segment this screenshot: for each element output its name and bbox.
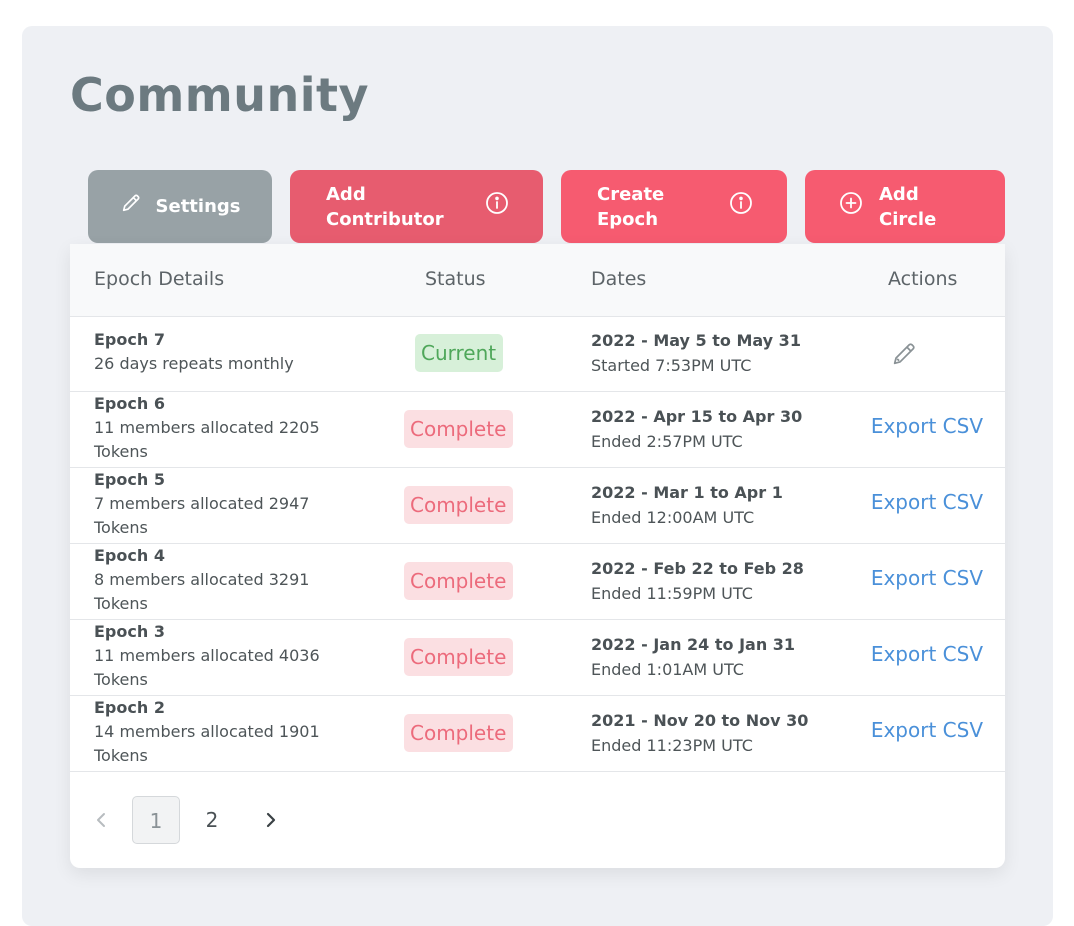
epoch-description: 7 members allocated 2947 Tokens <box>94 494 310 537</box>
date-range: 2021 - Nov 20 to Nov 30 <box>591 711 809 730</box>
dates-cell: 2022 - Jan 24 to Jan 31 Ended 1:01AM UTC <box>591 632 795 682</box>
add-circle-button[interactable]: Add Circle <box>805 170 1005 243</box>
date-range: 2022 - Apr 15 to Apr 30 <box>591 407 803 426</box>
table-header: Epoch Details Status Dates Actions <box>70 244 1005 317</box>
dates-cell: 2022 - Apr 15 to Apr 30 Ended 2:57PM UTC <box>591 404 802 454</box>
add-contributor-label: Add Contributor <box>326 183 444 230</box>
status-badge: Complete <box>404 638 513 676</box>
settings-button[interactable]: Settings <box>88 170 272 243</box>
date-range: 2022 - Mar 1 to Apr 1 <box>591 483 783 502</box>
table-row: Epoch 3 11 members allocated 4036 Tokens… <box>70 620 1005 696</box>
date-range: 2022 - Feb 22 to Feb 28 <box>591 559 804 578</box>
date-time: Ended 11:23PM UTC <box>591 736 753 755</box>
epoch-details-cell: Epoch 7 26 days repeats monthly <box>94 328 334 376</box>
date-time: Ended 11:59PM UTC <box>591 584 753 603</box>
export-csv-link[interactable]: Export CSV <box>871 718 983 742</box>
epoch-name: Epoch 6 <box>94 394 165 413</box>
date-time: Ended 2:57PM UTC <box>591 432 743 451</box>
table-row: Epoch 6 11 members allocated 2205 Tokens… <box>70 392 1005 468</box>
header-dates: Dates <box>591 268 647 290</box>
epoch-name: Epoch 2 <box>94 698 165 717</box>
epoch-description: 11 members allocated 4036 Tokens <box>94 646 320 689</box>
status-badge: Complete <box>404 714 513 752</box>
table-row: Epoch 5 7 members allocated 2947 Tokens … <box>70 468 1005 544</box>
dates-cell: 2022 - May 5 to May 31 Started 7:53PM UT… <box>591 328 801 378</box>
plus-circle-icon <box>839 191 863 222</box>
add-contributor-button[interactable]: Add Contributor <box>290 170 543 243</box>
epoch-details-cell: Epoch 4 8 members allocated 3291 Tokens <box>94 544 334 616</box>
table-row: Epoch 7 26 days repeats monthly Current … <box>70 316 1005 392</box>
dates-cell: 2022 - Mar 1 to Apr 1 Ended 12:00AM UTC <box>591 480 783 530</box>
epoch-name: Epoch 3 <box>94 622 165 641</box>
epoch-description: 14 members allocated 1901 Tokens <box>94 722 320 765</box>
epoch-name: Epoch 7 <box>94 330 165 349</box>
export-csv-link[interactable]: Export CSV <box>871 414 983 438</box>
epoch-name: Epoch 4 <box>94 546 165 565</box>
pencil-icon[interactable] <box>890 340 918 372</box>
create-epoch-label: Create Epoch <box>597 183 665 230</box>
export-csv-link[interactable]: Export CSV <box>871 490 983 514</box>
status-badge: Current <box>415 334 503 372</box>
epoch-description: 11 members allocated 2205 Tokens <box>94 418 320 461</box>
export-csv-link[interactable]: Export CSV <box>871 642 983 666</box>
dates-cell: 2022 - Feb 22 to Feb 28 Ended 11:59PM UT… <box>591 556 804 606</box>
date-range: 2022 - May 5 to May 31 <box>591 331 801 350</box>
pencil-icon <box>120 192 142 221</box>
info-icon[interactable] <box>485 191 509 222</box>
epoch-description: 26 days repeats monthly <box>94 354 294 373</box>
epoch-name: Epoch 5 <box>94 470 165 489</box>
page-button-1[interactable]: 1 <box>132 796 180 844</box>
header-actions: Actions <box>888 268 958 290</box>
export-csv-link[interactable]: Export CSV <box>871 566 983 590</box>
header-epoch-details: Epoch Details <box>94 268 225 290</box>
date-time: Ended 1:01AM UTC <box>591 660 744 679</box>
header-status: Status <box>425 268 486 290</box>
epoch-details-cell: Epoch 3 11 members allocated 4036 Tokens <box>94 620 334 692</box>
table-row: Epoch 4 8 members allocated 3291 Tokens … <box>70 544 1005 620</box>
add-circle-label: Add Circle <box>879 183 937 230</box>
dates-cell: 2021 - Nov 20 to Nov 30 Ended 11:23PM UT… <box>591 708 808 758</box>
pagination: 1 2 <box>70 796 1005 844</box>
epochs-table-card: Epoch Details Status Dates Actions Epoch… <box>70 244 1005 868</box>
epoch-details-cell: Epoch 5 7 members allocated 2947 Tokens <box>94 468 334 540</box>
status-badge: Complete <box>404 486 513 524</box>
page-title: Community <box>70 68 369 122</box>
info-icon[interactable] <box>729 191 753 222</box>
date-time: Ended 12:00AM UTC <box>591 508 755 527</box>
date-time: Started 7:53PM UTC <box>591 356 752 375</box>
date-range: 2022 - Jan 24 to Jan 31 <box>591 635 796 654</box>
page-button-2[interactable]: 2 <box>188 796 236 844</box>
create-epoch-button[interactable]: Create Epoch <box>561 170 787 243</box>
epoch-description: 8 members allocated 3291 Tokens <box>94 570 310 613</box>
status-badge: Complete <box>404 410 513 448</box>
epoch-details-cell: Epoch 2 14 members allocated 1901 Tokens <box>94 696 334 768</box>
table-row: Epoch 2 14 members allocated 1901 Tokens… <box>70 696 1005 772</box>
epoch-details-cell: Epoch 6 11 members allocated 2205 Tokens <box>94 392 334 464</box>
status-badge: Complete <box>404 562 513 600</box>
settings-button-label: Settings <box>155 196 241 217</box>
chevron-left-icon[interactable] <box>92 810 110 834</box>
chevron-right-icon[interactable] <box>262 810 280 834</box>
